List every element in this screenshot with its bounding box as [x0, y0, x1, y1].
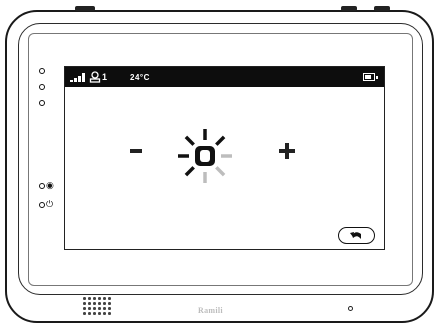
back-arrow-icon [350, 232, 361, 239]
speaker-hole [103, 302, 106, 305]
speaker-hole [98, 297, 101, 300]
speaker-hole [83, 302, 86, 305]
brightness-increase-button[interactable] [279, 143, 295, 159]
top-button-ridge-right [374, 6, 390, 11]
back-button[interactable] [338, 227, 375, 244]
speaker-grille-icon [83, 297, 111, 317]
speaker-hole [108, 302, 111, 305]
status-bar: 1 24°C [65, 67, 384, 87]
brightness-ray [215, 135, 226, 146]
brightness-ray [184, 166, 195, 177]
indicator-led-5 [39, 202, 45, 208]
microphone-icon [348, 306, 353, 311]
battery-icon [363, 73, 378, 81]
speaker-hole [108, 297, 111, 300]
speaker-hole [98, 307, 101, 310]
indicator-led-3 [39, 100, 45, 106]
signal-bars-icon [70, 73, 86, 82]
speaker-hole [93, 312, 96, 315]
camera-icon [89, 71, 101, 83]
top-button-ridge-mid [341, 6, 357, 11]
speaker-hole [83, 297, 86, 300]
speaker-hole [88, 297, 91, 300]
brightness-sun-icon [178, 129, 232, 183]
speaker-hole [93, 307, 96, 310]
speaker-hole [88, 307, 91, 310]
speaker-hole [103, 312, 106, 315]
indicator-led-4 [39, 183, 45, 189]
speaker-hole [108, 312, 111, 315]
brightness-decrease-button[interactable] [130, 149, 142, 153]
brightness-ray [215, 166, 226, 177]
power-icon: ⏻ [46, 200, 54, 210]
speaker-hole [103, 307, 106, 310]
night-vision-icon: ◉ [46, 181, 54, 191]
speaker-hole [88, 312, 91, 315]
speaker-hole [93, 302, 96, 305]
top-button-ridge-left [75, 6, 95, 11]
sun-core-inner [200, 150, 210, 162]
monitor-screen: 1 24°C [64, 66, 385, 250]
speaker-hole [93, 297, 96, 300]
camera-number: 1 [102, 72, 108, 82]
temperature-readout: 24°C [130, 73, 150, 82]
speaker-hole [83, 312, 86, 315]
brightness-ray [184, 135, 195, 146]
indicator-led-1 [39, 68, 45, 74]
indicator-led-2 [39, 84, 45, 90]
speaker-hole [98, 312, 101, 315]
speaker-hole [103, 297, 106, 300]
speaker-hole [98, 302, 101, 305]
speaker-hole [88, 302, 91, 305]
speaker-hole [83, 307, 86, 310]
speaker-hole [108, 307, 111, 310]
battery-level-fill [365, 75, 372, 79]
brand-logo: Ramili [198, 306, 223, 315]
